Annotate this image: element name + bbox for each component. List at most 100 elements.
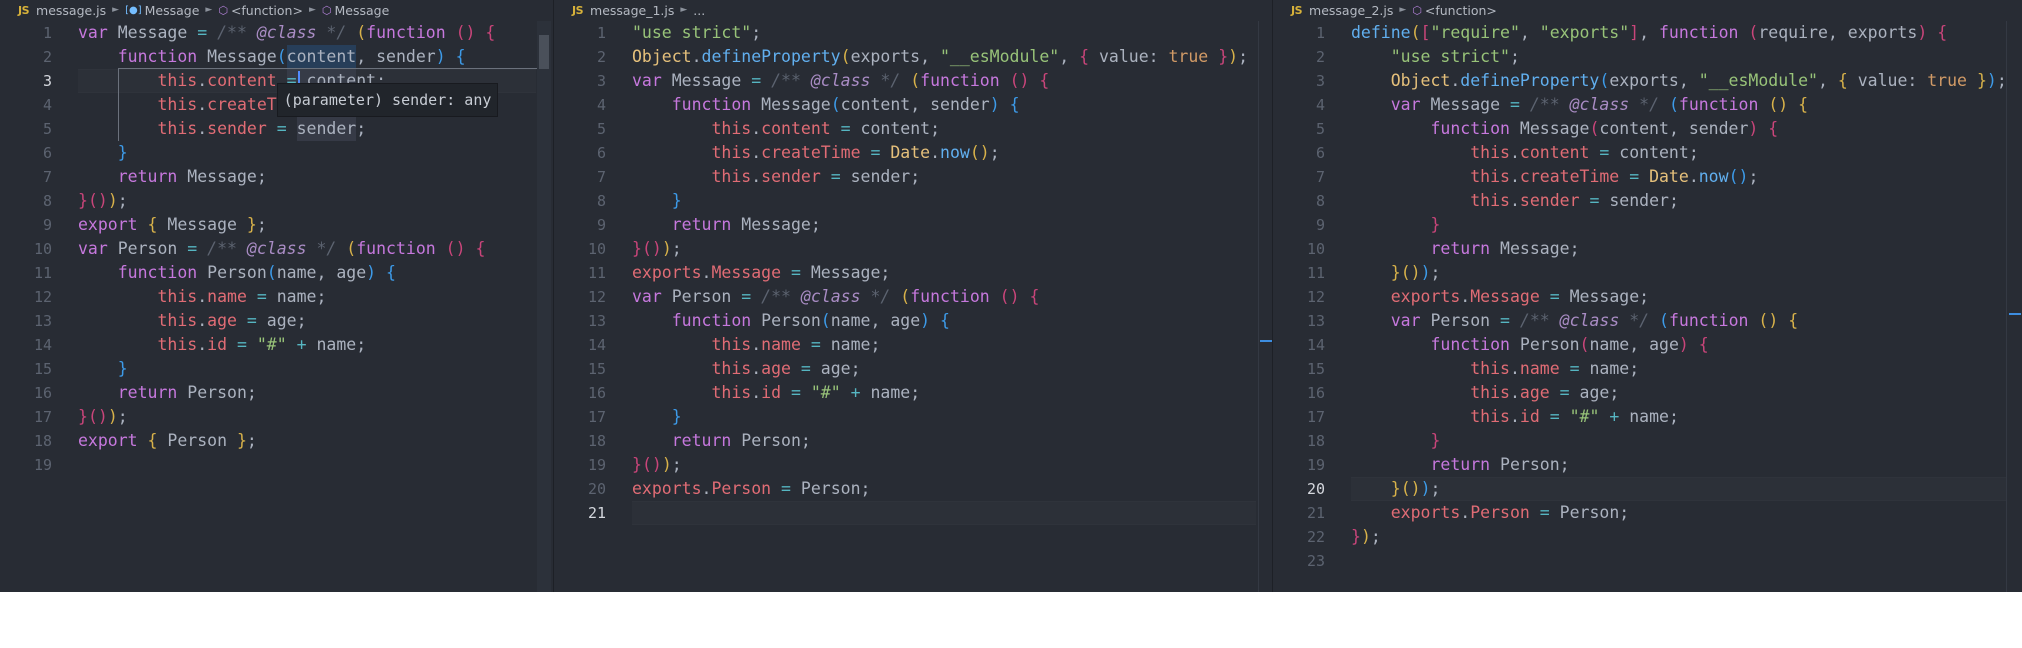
code-line[interactable]: }()); <box>1351 261 2022 285</box>
code-line[interactable]: this.createTime = Date.now(); <box>1351 165 2022 189</box>
code-line[interactable]: var Person = /** @class */ (function () … <box>78 237 552 261</box>
code-line[interactable]: } <box>632 405 1272 429</box>
code-line[interactable]: return Person; <box>632 429 1272 453</box>
breadcrumb-file[interactable]: message_2.js <box>1309 3 1393 18</box>
line-number: 5 <box>42 120 52 138</box>
line-number: 22 <box>1306 528 1325 546</box>
code-line[interactable]: }()); <box>632 237 1272 261</box>
breadcrumb-file[interactable]: message_1.js <box>590 3 674 18</box>
code-line[interactable] <box>632 501 1272 525</box>
code-line[interactable]: this.content = content; <box>632 117 1272 141</box>
line-number: 1 <box>596 24 606 42</box>
code-line[interactable]: var Person = /** @class */ (function () … <box>1351 309 2022 333</box>
line-number: 11 <box>1306 264 1325 282</box>
line-number: 5 <box>596 120 606 138</box>
line-number: 1 <box>1315 24 1325 42</box>
code-line[interactable]: this.name = name; <box>78 285 552 309</box>
code-line[interactable]: } <box>78 141 552 165</box>
code-line[interactable]: this.name = name; <box>1351 357 2022 381</box>
code-line[interactable]: this.name = name; <box>632 333 1272 357</box>
line-number: 1 <box>42 24 52 42</box>
code-line[interactable]: function Message(content, sender) { <box>632 93 1272 117</box>
code-line[interactable]: var Message = /** @class */ (function ()… <box>1351 93 2022 117</box>
code-line[interactable]: }); <box>1351 525 2022 549</box>
line-number: 3 <box>1315 72 1325 90</box>
line-number: 6 <box>42 144 52 162</box>
code-area[interactable]: var Message = /** @class */ (function ()… <box>78 21 552 477</box>
code-line[interactable]: var Message = /** @class */ (function ()… <box>632 69 1272 93</box>
code-line[interactable]: exports.Person = Person; <box>632 477 1272 501</box>
code-line[interactable] <box>78 453 552 477</box>
line-number: 23 <box>1306 552 1325 570</box>
code-line[interactable]: return Message; <box>632 213 1272 237</box>
code-line[interactable]: function Person(name, age) { <box>1351 333 2022 357</box>
code-area[interactable]: define(["require", "exports"], function … <box>1351 21 2022 573</box>
breadcrumb: JS message_2.js ► ⬡ <function> <box>1273 0 2022 20</box>
line-number: 19 <box>1306 456 1325 474</box>
code-line[interactable] <box>1351 549 2022 573</box>
code-line[interactable]: function Person(name, age) { <box>78 261 552 285</box>
code-line[interactable]: this.id = "#" + name; <box>632 381 1272 405</box>
overview-ruler[interactable] <box>2006 21 2021 592</box>
line-number: 17 <box>1306 408 1325 426</box>
code-line[interactable]: this.content = content; <box>1351 141 2022 165</box>
code-line[interactable]: exports.Message = Message; <box>632 261 1272 285</box>
overview-ruler[interactable] <box>1258 21 1272 592</box>
code-line[interactable]: Object.defineProperty(exports, "__esModu… <box>1351 69 2022 93</box>
code-line[interactable]: return Message; <box>1351 237 2022 261</box>
line-number: 4 <box>596 96 606 114</box>
line-number: 7 <box>1315 168 1325 186</box>
code-line[interactable]: } <box>78 357 552 381</box>
line-number: 21 <box>587 504 606 522</box>
code-line[interactable]: }()); <box>632 453 1272 477</box>
code-line[interactable]: function Message(content, sender) { <box>78 45 552 69</box>
code-line[interactable]: var Person = /** @class */ (function () … <box>632 285 1272 309</box>
code-line[interactable]: export { Message }; <box>78 213 552 237</box>
code-line[interactable]: return Message; <box>78 165 552 189</box>
editor-message-js[interactable]: JS message.js ► [●] Message ► ⬡ <functio… <box>0 0 552 592</box>
code-line[interactable]: var Message = /** @class */ (function ()… <box>78 21 552 45</box>
code-line[interactable]: "use strict"; <box>1351 45 2022 69</box>
code-area[interactable]: "use strict"; Object.defineProperty(expor… <box>632 21 1272 525</box>
code-line[interactable]: function Message(content, sender) { <box>1351 117 2022 141</box>
editor-message-1-js[interactable]: JS message_1.js ► ... 1 2 3 4 5 6 7 8 9 10 11 12 13 1… <box>553 0 1272 592</box>
breadcrumb-item[interactable]: ... <box>693 3 705 18</box>
line-number: 7 <box>42 168 52 186</box>
code-line[interactable]: this.sender = sender; <box>78 117 552 141</box>
code-line[interactable]: return Person; <box>78 381 552 405</box>
breadcrumb-item[interactable]: Message <box>145 3 200 18</box>
editor-message-2-js[interactable]: JS message_2.js ► ⬡ <function> 123456789… <box>1272 0 2022 592</box>
breadcrumb-item[interactable]: Message <box>334 3 389 18</box>
breadcrumb-item[interactable]: <function> <box>231 3 303 18</box>
code-line[interactable]: exports.Message = Message; <box>1351 285 2022 309</box>
code-line[interactable]: Object.defineProperty(exports, "__esModu… <box>632 45 1272 69</box>
code-line[interactable]: this.age = age; <box>78 309 552 333</box>
code-line[interactable]: } <box>632 189 1272 213</box>
code-line[interactable]: return Person; <box>1351 453 2022 477</box>
code-line[interactable]: export { Person }; <box>78 429 552 453</box>
code-line[interactable]: function Person(name, age) { <box>632 309 1272 333</box>
code-line[interactable]: this.id = "#" + name; <box>78 333 552 357</box>
breadcrumb-item[interactable]: <function> <box>1425 3 1497 18</box>
scrollbar-thumb[interactable] <box>539 35 549 69</box>
code-line[interactable]: } <box>1351 213 2022 237</box>
code-line[interactable]: this.id = "#" + name; <box>1351 405 2022 429</box>
code-line[interactable]: } <box>1351 429 2022 453</box>
code-line[interactable]: this.sender = sender; <box>632 165 1272 189</box>
code-line[interactable]: this.createTime = Date.now(); <box>632 141 1272 165</box>
line-number: 9 <box>42 216 52 234</box>
vertical-scrollbar[interactable] <box>537 21 551 592</box>
code-line[interactable]: this.age = age; <box>632 357 1272 381</box>
line-number: 19 <box>587 456 606 474</box>
code-line[interactable]: this.sender = sender; <box>1351 189 2022 213</box>
breadcrumb-file[interactable]: message.js <box>36 3 106 18</box>
code-line[interactable]: this.age = age; <box>1351 381 2022 405</box>
code-line[interactable]: "use strict"; <box>632 21 1272 45</box>
code-line[interactable]: }()); <box>78 405 552 429</box>
code-line[interactable]: define(["require", "exports"], function … <box>1351 21 2022 45</box>
line-number: 16 <box>587 384 606 402</box>
code-line[interactable]: }()); <box>1351 477 2022 501</box>
code-line[interactable]: exports.Person = Person; <box>1351 501 2022 525</box>
code-line[interactable]: }()); <box>78 189 552 213</box>
line-number: 21 <box>1306 504 1325 522</box>
